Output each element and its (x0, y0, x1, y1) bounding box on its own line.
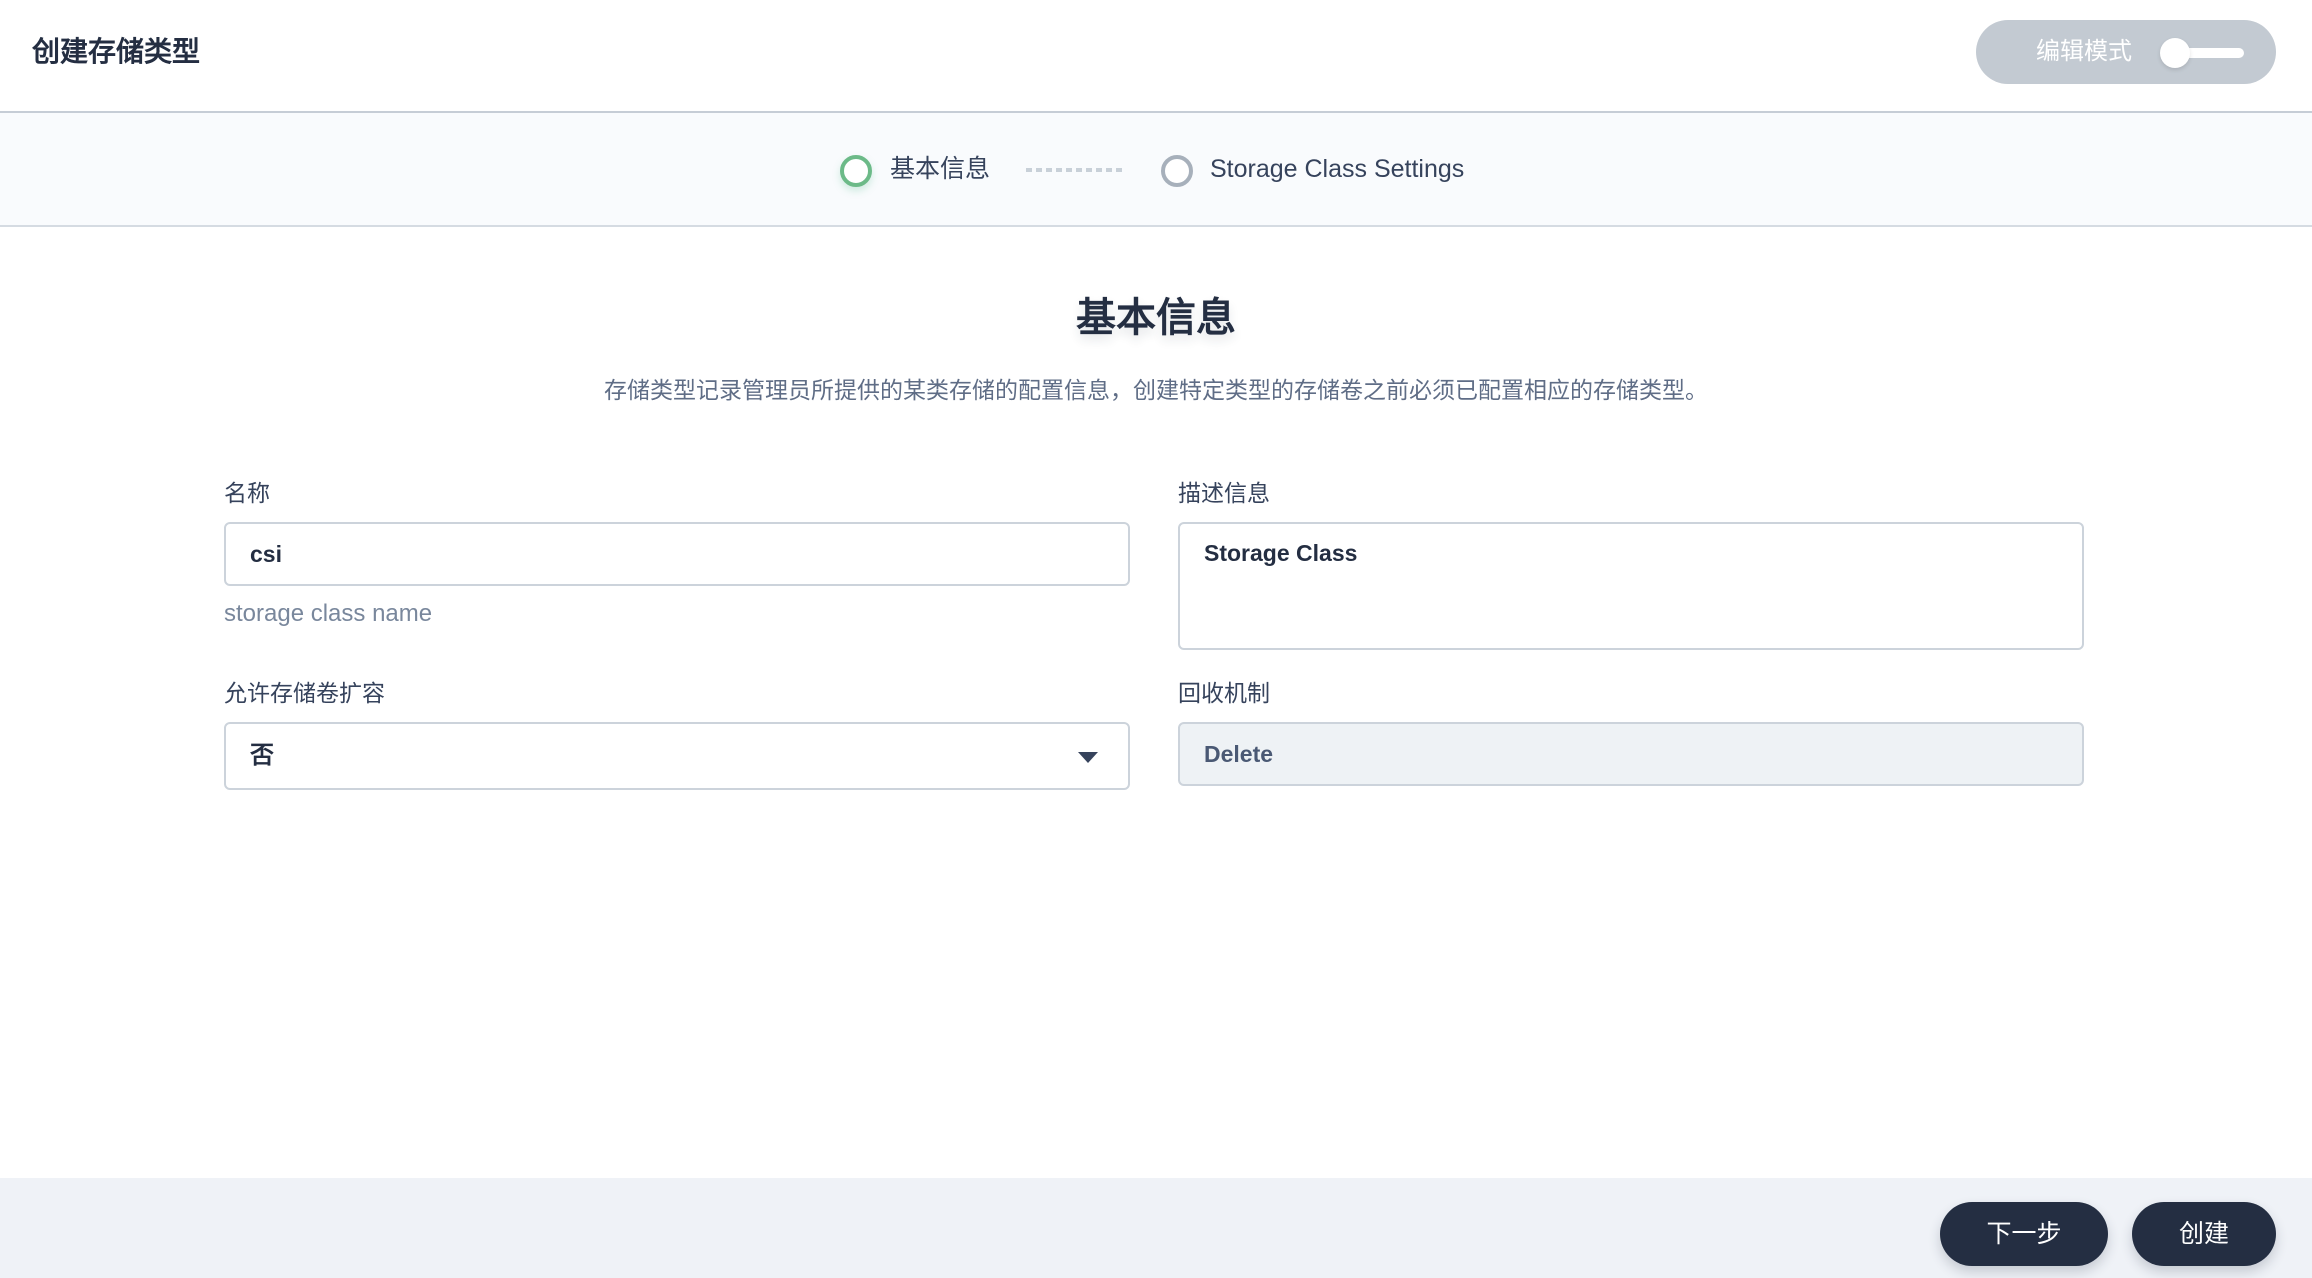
chevron-down-icon (1078, 752, 1098, 763)
description-label: 描述信息 (1178, 480, 1270, 506)
next-step-button[interactable]: 下一步 (1940, 1202, 2108, 1266)
toggle-knob[interactable] (2160, 38, 2190, 68)
step-1-indicator-icon (840, 155, 872, 187)
reclaim-policy-field: Delete (1178, 722, 2084, 786)
allow-expansion-select[interactable]: 否 (224, 722, 1130, 790)
edit-mode-label: 编辑模式 (2036, 38, 2132, 65)
page-title: 创建存储类型 (32, 36, 201, 67)
page-header: 创建存储类型 编辑模式 (0, 0, 2312, 113)
section-title: 基本信息 (1076, 296, 1236, 340)
toggle-track (2184, 48, 2244, 58)
name-input[interactable] (224, 522, 1130, 586)
edit-mode-toggle[interactable]: 编辑模式 (1976, 20, 2276, 84)
name-hint: storage class name (224, 600, 433, 627)
description-textarea[interactable]: Storage Class (1178, 522, 2084, 650)
step-2-indicator-icon (1161, 155, 1193, 187)
step-connector (1026, 168, 1122, 172)
name-label: 名称 (224, 480, 270, 506)
step-2-label[interactable]: Storage Class Settings (1210, 153, 1464, 185)
page-footer: 下一步 创建 (0, 1178, 2312, 1278)
allow-expansion-value: 否 (250, 742, 274, 769)
wizard-steps: 基本信息 Storage Class Settings (0, 113, 2312, 227)
step-1-label[interactable]: 基本信息 (890, 153, 990, 185)
create-storage-class-page: 创建存储类型 编辑模式 基本信息 Storage Class Settings … (0, 0, 2312, 1278)
section-description: 存储类型记录管理员所提供的某类存储的配置信息，创建特定类型的存储卷之前必须已配置… (604, 377, 1708, 403)
allow-expansion-label: 允许存储卷扩容 (224, 680, 385, 706)
create-button[interactable]: 创建 (2132, 1202, 2276, 1266)
reclaim-policy-label: 回收机制 (1178, 680, 1270, 706)
